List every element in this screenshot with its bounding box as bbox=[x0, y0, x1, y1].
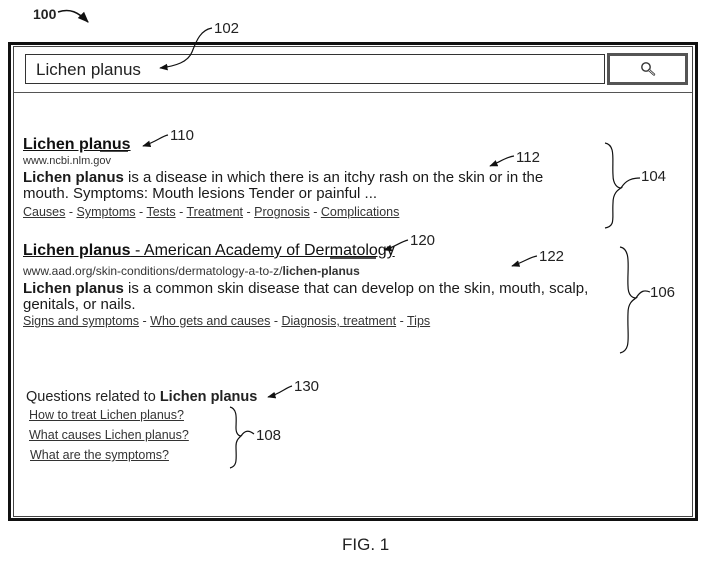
related-question-link[interactable]: What causes Lichen planus? bbox=[29, 428, 189, 442]
snippet-line-1: is a disease in which there is an itchy … bbox=[123, 169, 544, 186]
ref-104: 104 bbox=[641, 168, 667, 185]
result-title-bold: Lichen planus bbox=[23, 136, 131, 153]
result-title-rest: - American Academy of Dermatology bbox=[130, 242, 395, 259]
result-url: www.aad.org/skin-conditions/dermatology-… bbox=[23, 264, 360, 278]
search-input[interactable]: Lichen planus bbox=[25, 54, 605, 84]
sitelink-treatment[interactable]: Treatment bbox=[187, 205, 244, 219]
sitelink-signs-and-symptoms[interactable]: Signs and symptoms bbox=[23, 314, 139, 328]
ref-108: 108 bbox=[256, 427, 282, 444]
ref-100: 100 bbox=[33, 6, 57, 22]
snippet-bold: Lichen planus bbox=[23, 169, 124, 186]
snippet-line-1: is a common skin disease that can develo… bbox=[123, 280, 589, 297]
search-icon bbox=[640, 62, 655, 76]
sep: - bbox=[65, 205, 77, 219]
result-url: www.ncbi.nlm.gov bbox=[23, 155, 111, 167]
sep: - bbox=[175, 205, 187, 219]
result-title-link[interactable]: Lichen planus - American Academy of Derm… bbox=[23, 242, 403, 260]
figure-caption: FIG. 1 bbox=[342, 535, 390, 554]
snippet-line-2: mouth. Symptoms: Mouth lesions Tender or… bbox=[23, 185, 378, 202]
sitelink-tests[interactable]: Tests bbox=[146, 205, 175, 219]
snippet-bold: Lichen planus bbox=[23, 280, 124, 297]
sep: - bbox=[135, 205, 147, 219]
ref-130: 130 bbox=[294, 378, 320, 395]
ref-106: 106 bbox=[650, 284, 676, 301]
related-question-link[interactable]: How to treat Lichen planus? bbox=[29, 408, 184, 422]
ref-102: 102 bbox=[214, 20, 240, 37]
search-button[interactable] bbox=[607, 53, 688, 85]
related-question-link[interactable]: What are the symptoms? bbox=[30, 448, 169, 462]
result-url-text: www.aad.org/skin-conditions/dermatology-… bbox=[23, 264, 283, 278]
heading-bold: Lichen planus bbox=[159, 389, 258, 405]
sitelink-who-gets-and-causes[interactable]: Who gets and causes bbox=[150, 314, 270, 328]
sep: - bbox=[243, 205, 255, 219]
sep: - bbox=[139, 314, 151, 328]
result-sitelinks: Causes - Symptoms - Tests - Treatment - … bbox=[23, 205, 399, 219]
sitelink-tips[interactable]: Tips bbox=[407, 314, 430, 328]
related-questions-heading: Questions related to Lichen planus bbox=[26, 389, 257, 405]
snippet-line-2: genitals, or nails. bbox=[23, 296, 136, 313]
ref-110: 110 bbox=[170, 127, 194, 144]
ref-122: 122 bbox=[539, 248, 565, 265]
sep: - bbox=[270, 314, 282, 328]
result-sitelinks: Signs and symptoms - Who gets and causes… bbox=[23, 314, 430, 328]
ref-112: 112 bbox=[516, 149, 540, 166]
search-result: Lichen planus - American Academy of Derm… bbox=[23, 242, 403, 260]
result-title-link[interactable]: Lichen planus bbox=[23, 136, 139, 154]
search-result: Lichen planus bbox=[23, 136, 139, 154]
ref-120: 120 bbox=[410, 232, 436, 249]
sitelink-complications[interactable]: Complications bbox=[321, 205, 400, 219]
result-snippet: Lichen planus is a disease in which ther… bbox=[23, 170, 583, 202]
header-divider bbox=[14, 92, 692, 93]
sep: - bbox=[396, 314, 407, 328]
sitelink-causes[interactable]: Causes bbox=[23, 205, 65, 219]
leader-100 bbox=[57, 9, 89, 23]
result-snippet: Lichen planus is a common skin disease t… bbox=[23, 281, 603, 313]
heading-prefix: Questions related to bbox=[26, 389, 160, 405]
result-url-bold: lichen-planus bbox=[282, 264, 360, 278]
sitelink-prognosis[interactable]: Prognosis bbox=[254, 205, 310, 219]
sep: - bbox=[309, 205, 321, 219]
result-url-text: www.ncbi.nlm.gov bbox=[23, 155, 112, 167]
result-title-bold: Lichen planus bbox=[23, 242, 131, 259]
sitelink-symptoms[interactable]: Symptoms bbox=[77, 205, 136, 219]
sitelink-diagnosis-treatment[interactable]: Diagnosis, treatment bbox=[281, 314, 396, 328]
